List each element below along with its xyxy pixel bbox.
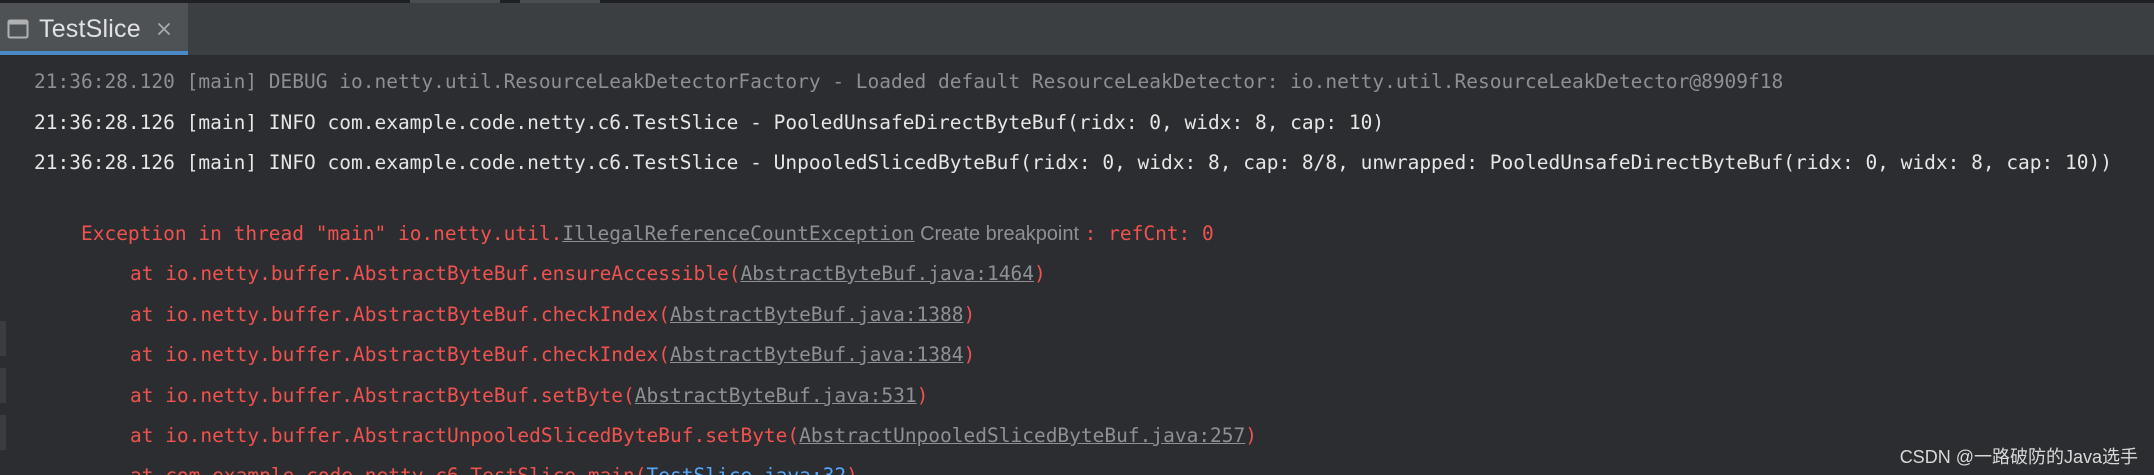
stack-frame: at io.netty.buffer.AbstractByteBuf.check… — [83, 270, 975, 326]
gutter-marker — [0, 321, 6, 356]
stack-frame: at com.example.code.netty.c6.TestSlice.m… — [83, 431, 858, 475]
gutter-marker — [0, 415, 6, 450]
log-line-info: 21:36:28.126 [main] INFO com.example.cod… — [34, 151, 2112, 174]
stack-frame-close: ) — [963, 343, 976, 366]
stack-frame-method: at com.example.code.netty.c6.TestSlice.m… — [130, 464, 647, 475]
stack-frame-source-link[interactable]: TestSlice.java:32 — [647, 464, 847, 475]
exception-message: : refCnt: 0 — [1084, 222, 1214, 245]
close-icon[interactable] — [155, 20, 173, 38]
log-line-info: 21:36:28.126 [main] INFO com.example.cod… — [34, 111, 1385, 134]
stack-frame-close: ) — [1245, 424, 1258, 447]
exception-line: Exception in thread "main" io.netty.util… — [34, 189, 1214, 245]
stack-frame-source-link[interactable]: AbstractUnpooledSlicedByteBuf.java:257 — [799, 424, 1245, 447]
console-window-icon — [7, 18, 29, 40]
gutter-marker — [0, 368, 6, 403]
stack-frame: at io.netty.buffer.AbstractByteBuf.setBy… — [83, 351, 928, 407]
tab-testslice[interactable]: TestSlice — [0, 3, 188, 55]
stack-frame: at io.netty.buffer.AbstractUnpooledSlice… — [83, 391, 1257, 447]
stack-frame-close: ) — [846, 464, 858, 475]
console-output[interactable]: 21:36:28.120 [main] DEBUG io.netty.util.… — [0, 56, 2154, 475]
active-tab-indicator — [0, 51, 188, 55]
tab-title: TestSlice — [39, 14, 141, 43]
tab-bar: TestSlice — [0, 3, 2154, 56]
stack-frame-close: ) — [1033, 262, 1046, 285]
log-line-debug: 21:36:28.120 [main] DEBUG io.netty.util.… — [34, 70, 1784, 93]
stack-frame: at io.netty.buffer.AbstractByteBuf.check… — [83, 310, 975, 366]
watermark: CSDN @一路破防的Java选手 — [1899, 447, 2138, 467]
stack-frame: at io.netty.buffer.AbstractByteBuf.ensur… — [83, 229, 1046, 285]
